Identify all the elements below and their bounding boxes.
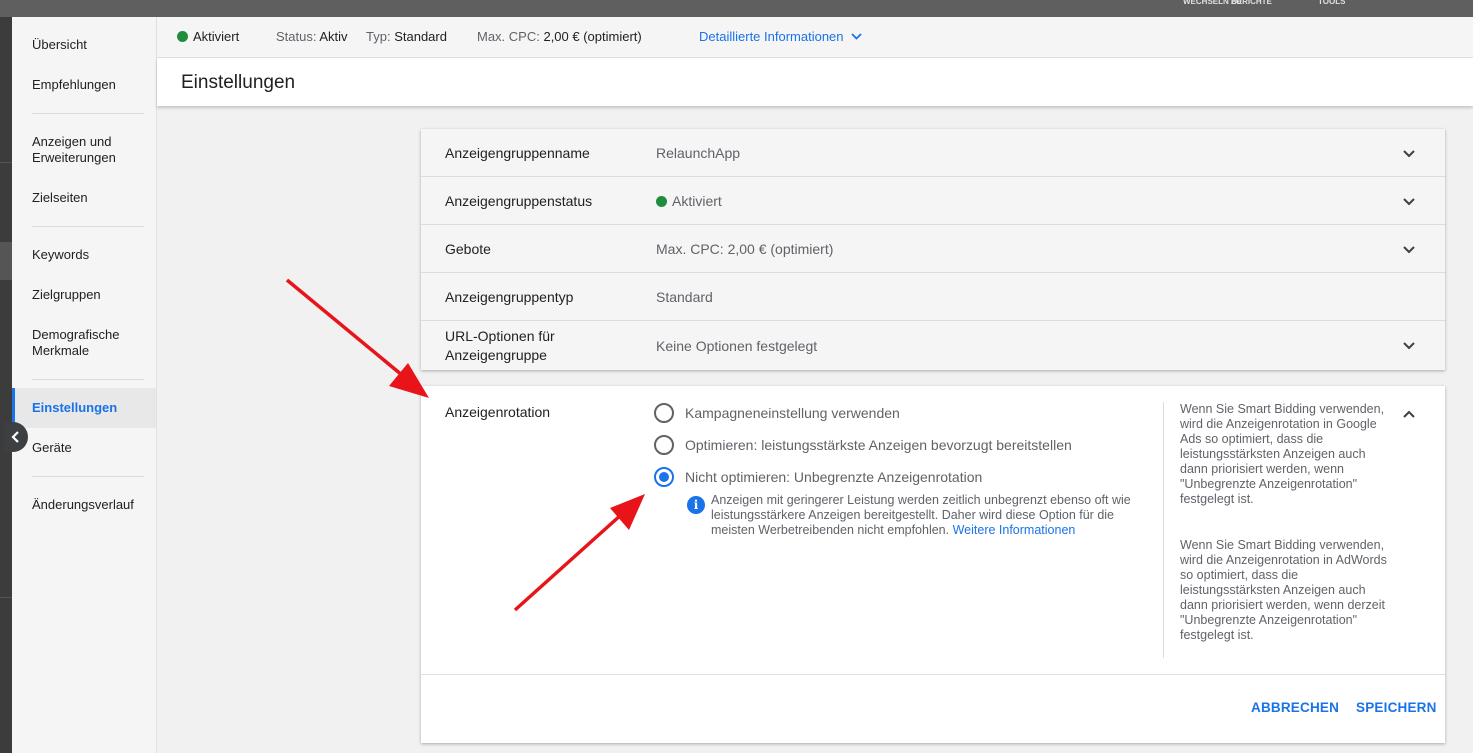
sidebar-divider [32,379,144,380]
setting-label: Anzeigengruppenstatus [445,193,593,209]
setting-row-ad-group-status[interactable]: Anzeigengruppenstatus Aktiviert [421,177,1445,225]
top-bar: WECHSELN ZU BERICHTE TOOLS [0,0,1473,17]
cpc-info: Max. CPC: 2,00 € (optimiert) [477,29,642,45]
radio-label: Nicht optimieren: Unbegrenzte Anzeigenro… [685,469,983,485]
type-value: Standard [394,29,447,44]
chevron-down-icon[interactable] [1401,194,1417,210]
topbar-tools[interactable]: TOOLS [1318,0,1345,4]
status-dot-icon [177,31,188,42]
sidebar-item-demographics[interactable]: Demografische Merkmale [12,327,132,359]
setting-label: Anzeigengruppenname [445,145,590,161]
info-text: Anzeigen mit geringerer Leistung werden … [711,493,1157,538]
type-info: Typ: Standard [366,29,447,45]
annotation-arrow-to-rotation-label [285,278,429,398]
page-title: Einstellungen [181,72,296,93]
radio-option-optimize[interactable]: Optimieren: leistungsstärkste Anzeigen b… [654,434,1072,456]
cancel-button[interactable]: ABBRECHEN [1251,700,1339,715]
sidebar-divider [32,113,144,114]
ad-group-status-bar: Aktiviert Status: Aktiv Typ: Standard Ma… [157,17,1473,58]
status-label: Status: [276,29,317,44]
learn-more-link[interactable]: Weitere Informationen [953,523,1076,537]
settings-card: Anzeigengruppenname RelaunchApp Anzeigen… [421,129,1445,370]
radio-button[interactable] [654,403,674,423]
setting-row-url-options[interactable]: URL-Optionen für Anzeigengruppe Keine Op… [421,321,1445,370]
sidebar-item-audiences[interactable]: Zielgruppen [12,287,156,303]
setting-row-bids[interactable]: Gebote Max. CPC: 2,00 € (optimiert) [421,225,1445,273]
sidebar-item-landing-pages[interactable]: Zielseiten [12,190,156,206]
radio-option-do-not-optimize[interactable]: Nicht optimieren: Unbegrenzte Anzeigenro… [654,466,982,488]
status-state-text: Aktiviert [193,29,240,44]
details-link[interactable]: Detaillierte Informationen [699,29,844,44]
ad-rotation-label: Anzeigenrotation [445,404,551,420]
chevron-down-icon[interactable] [1401,338,1417,354]
cpc-value: 2,00 € (optimiert) [543,29,642,44]
radio-button[interactable] [654,435,674,455]
save-button[interactable]: SPEICHERN [1356,700,1437,715]
type-label: Typ: [366,29,391,44]
page-header: Einstellungen [157,58,1473,106]
chevron-down-icon[interactable] [1401,146,1417,162]
cpc-label: Max. CPC: [477,29,540,44]
status-info: Status: Aktiv [276,29,348,45]
status-state: Aktiviert [177,29,239,45]
sidebar-item-overview[interactable]: Übersicht [12,37,156,53]
setting-value: Aktiviert [656,192,722,211]
help-divider [1163,402,1164,658]
setting-row-ad-group-name[interactable]: Anzeigengruppenname RelaunchApp [421,129,1445,177]
setting-value: Standard [656,289,713,305]
ad-rotation-panel: Anzeigenrotation Kampagneneinstellung ve… [421,386,1445,743]
left-edge-strip [0,17,12,753]
radio-label: Kampagneneinstellung verwenden [685,405,900,421]
help-text-google-ads: Wenn Sie Smart Bidding verwenden, wird d… [1180,402,1385,506]
setting-value-text: Aktiviert [672,193,722,209]
sidebar-divider [32,476,144,477]
sidebar-item-recommendations[interactable]: Empfehlungen [12,77,156,93]
panel-footer-divider [421,674,1445,675]
setting-value: RelaunchApp [656,145,741,161]
setting-label: URL-Optionen für Anzeigengruppe [445,328,555,363]
info-icon: i [687,496,705,514]
sidebar-nav: Übersicht Empfehlungen Anzeigen und Erwe… [12,17,157,753]
sidebar-item-settings[interactable]: Einstellungen [12,388,156,428]
chevron-left-icon [11,431,19,443]
setting-value: Max. CPC: 2,00 € (optimiert) [656,241,834,257]
radio-label: Optimieren: leistungsstärkste Anzeigen b… [685,437,1072,453]
topbar-reports[interactable]: BERICHTE [1231,0,1272,4]
setting-row-ad-group-type: Anzeigengruppentyp Standard [421,273,1445,321]
setting-label: Anzeigengruppentyp [445,289,574,305]
setting-value: Keine Optionen festgelegt [656,338,818,354]
sidebar-item-devices[interactable]: Geräte [12,440,156,456]
help-text-adwords: Wenn Sie Smart Bidding verwenden, wird d… [1180,538,1387,642]
chevron-down-icon [850,33,862,40]
details-dropdown[interactable]: Detaillierte Informationen [699,29,863,45]
setting-label: Gebote [445,241,491,257]
radio-button-selected[interactable] [654,467,674,487]
chevron-down-icon[interactable] [1401,242,1417,258]
status-dot-icon [656,196,667,207]
status-value: Aktiv [319,29,348,44]
radio-option-campaign-setting[interactable]: Kampagneneinstellung verwenden [654,402,900,424]
chevron-up-icon[interactable] [1401,406,1417,422]
sidebar-divider [32,226,144,227]
sidebar-item-keywords[interactable]: Keywords [12,247,156,263]
sidebar-item-ads-extensions[interactable]: Anzeigen und Erweiterungen [12,134,142,166]
sidebar-item-change-history[interactable]: Änderungsverlauf [12,497,156,513]
